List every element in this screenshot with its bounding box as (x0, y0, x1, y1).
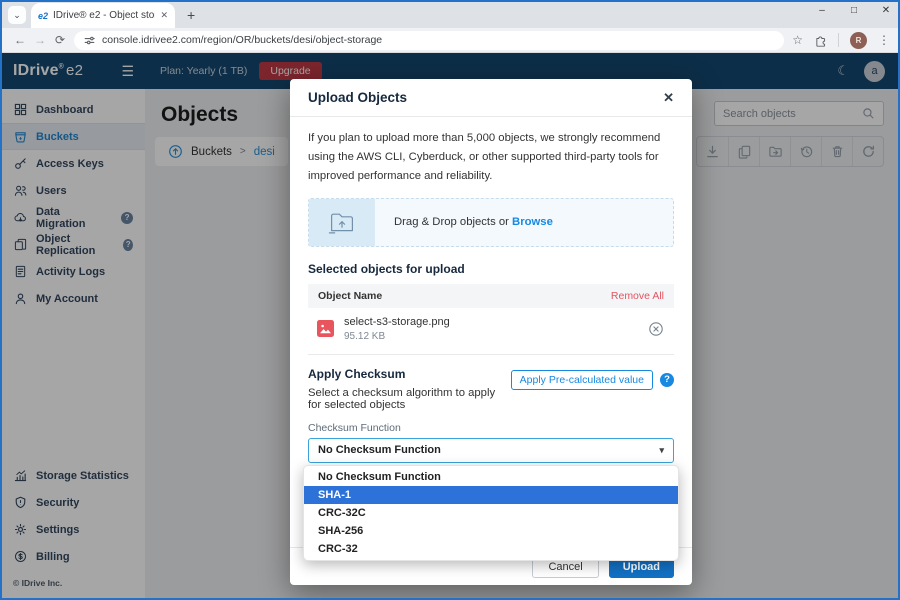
chevron-down-icon: ⌄ (13, 9, 21, 20)
browse-link[interactable]: Browse (512, 216, 553, 228)
maximize-button[interactable]: □ (848, 5, 860, 16)
upload-recommendation-text: If you plan to upload more than 5,000 ob… (308, 132, 661, 183)
extensions-icon[interactable] (814, 34, 827, 47)
new-tab-button[interactable]: + (187, 7, 195, 23)
dropzone-text: Drag & Drop objects or Browse (394, 216, 553, 228)
site-favicon: e2 (38, 10, 49, 21)
select-value: No Checksum Function (318, 444, 441, 457)
checksum-function-select[interactable]: No Checksum Function ▾ (308, 437, 674, 463)
modal-header: Upload Objects ✕ (290, 79, 692, 117)
modal-close-icon[interactable]: ✕ (663, 90, 674, 106)
file-table-header: Object Name Remove All (308, 283, 674, 308)
tab-close-icon[interactable]: ✕ (160, 10, 168, 21)
help-question-icon[interactable]: ? (660, 372, 674, 387)
folder-upload-icon (328, 213, 354, 234)
modal-body: If you plan to upload more than 5,000 ob… (290, 117, 692, 561)
upload-objects-modal: Upload Objects ✕ If you plan to upload m… (290, 79, 692, 585)
tab-title: IDrive® e2 - Object storage (53, 10, 155, 21)
selected-objects-heading: Selected objects for upload (308, 261, 465, 276)
back-icon[interactable]: ← (10, 33, 30, 47)
minimize-button[interactable]: – (816, 5, 828, 16)
idrive-console-page: IDrive® e2 ☰ Plan: Yearly (1 TB) Upgrade … (2, 53, 898, 598)
browser-toolbar: ← → ⟳ console.idrivee2.com/region/OR/buc… (2, 28, 898, 53)
modal-title: Upload Objects (308, 90, 408, 105)
option-crc-32[interactable]: CRC-32 (304, 540, 678, 558)
tab-search-button[interactable]: ⌄ (8, 6, 26, 24)
section-divider (308, 353, 674, 355)
checksum-actions: Apply Pre-calculated value ? (510, 367, 674, 390)
checksum-dropdown-list: No Checksum Function SHA-1 CRC-32C SHA-2… (303, 464, 679, 561)
checksum-function-label: Checksum Function (308, 421, 401, 434)
url-text: console.idrivee2.com/region/OR/buckets/d… (102, 34, 383, 46)
file-name: select-s3-storage.png (344, 315, 450, 328)
option-crc-32c[interactable]: CRC-32C (304, 504, 678, 522)
drag-drop-label: Drag & Drop objects or (394, 216, 509, 229)
dropzone[interactable]: Drag & Drop objects or Browse (308, 197, 674, 247)
caret-down-icon: ▾ (659, 444, 664, 455)
browser-tab-strip: ⌄ e2 IDrive® e2 - Object storage ✕ + – □… (2, 2, 898, 28)
option-sha-1[interactable]: SHA-1 (304, 485, 678, 504)
apply-precalculated-button[interactable]: Apply Pre-calculated value (510, 369, 653, 390)
option-no-checksum[interactable]: No Checksum Function (304, 468, 678, 486)
window-close-button[interactable]: ✕ (880, 5, 892, 16)
checksum-section: Apply Checksum Select a checksum algorit… (308, 367, 674, 411)
forward-icon: → (34, 33, 46, 47)
file-row: select-s3-storage.png 95.12 KB (308, 308, 674, 351)
dropzone-icon-box (309, 198, 375, 246)
file-meta: select-s3-storage.png 95.12 KB (344, 316, 638, 342)
browser-menu-icon[interactable]: ⋮ (878, 33, 890, 47)
reload-icon[interactable]: ⟳ (50, 33, 70, 47)
browser-profile-avatar[interactable]: R (850, 31, 867, 49)
bookmark-star-icon[interactable]: ☆ (792, 33, 803, 47)
browser-tab[interactable]: e2 IDrive® e2 - Object storage ✕ (31, 3, 175, 28)
checksum-subtext: Select a checksum algorithm to apply for… (308, 386, 496, 411)
image-file-icon (317, 320, 334, 338)
site-info-icon[interactable] (84, 35, 95, 46)
profile-initial: R (855, 35, 862, 45)
column-object-name: Object Name (318, 289, 383, 302)
toolbar-right: ☆ R ⋮ (792, 31, 890, 49)
file-size: 95.12 KB (344, 330, 386, 342)
toolbar-divider (838, 33, 839, 47)
window-controls: – □ ✕ (816, 5, 892, 16)
address-bar[interactable]: console.idrivee2.com/region/OR/buckets/d… (74, 30, 785, 50)
remove-all-link[interactable]: Remove All (611, 290, 664, 302)
checksum-text: Apply Checksum Select a checksum algorit… (308, 367, 511, 411)
apply-checksum-heading: Apply Checksum (308, 366, 406, 381)
remove-file-icon[interactable] (648, 321, 664, 337)
option-sha-256[interactable]: SHA-256 (304, 522, 678, 540)
